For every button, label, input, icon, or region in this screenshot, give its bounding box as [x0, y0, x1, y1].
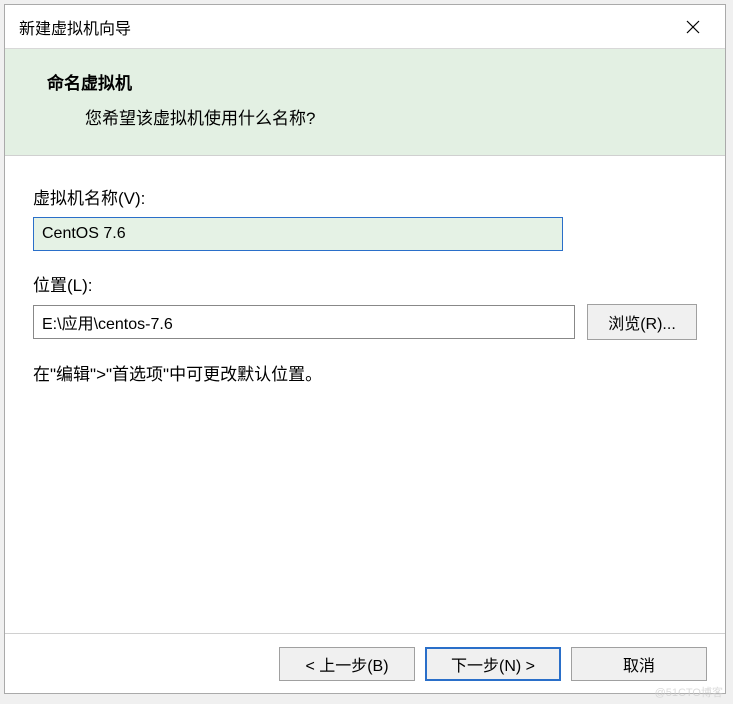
- vm-name-label: 虚拟机名称(V):: [33, 184, 697, 209]
- location-input[interactable]: [33, 305, 575, 339]
- wizard-content: 虚拟机名称(V): 位置(L): 浏览(R)... 在"编辑">"首选项"中可更…: [5, 156, 725, 633]
- close-icon: [685, 19, 701, 35]
- location-label: 位置(L):: [33, 271, 697, 296]
- back-button[interactable]: < 上一步(B): [279, 647, 415, 681]
- vm-name-input[interactable]: [33, 217, 563, 251]
- browse-button[interactable]: 浏览(R)...: [587, 304, 697, 340]
- location-row: 浏览(R)...: [33, 304, 697, 340]
- wizard-dialog: 新建虚拟机向导 命名虚拟机 您希望该虚拟机使用什么名称? 虚拟机名称(V): 位…: [4, 4, 726, 694]
- wizard-footer: < 上一步(B) 下一步(N) > 取消: [5, 633, 725, 693]
- cancel-button[interactable]: 取消: [571, 647, 707, 681]
- window-title: 新建虚拟机向导: [19, 15, 131, 39]
- vm-name-group: 虚拟机名称(V):: [33, 184, 697, 251]
- wizard-header: 命名虚拟机 您希望该虚拟机使用什么名称?: [5, 49, 725, 156]
- location-group: 位置(L): 浏览(R)...: [33, 271, 697, 340]
- next-button[interactable]: 下一步(N) >: [425, 647, 561, 681]
- wizard-step-title: 命名虚拟机: [47, 69, 695, 94]
- titlebar: 新建虚拟机向导: [5, 5, 725, 49]
- watermark: @51CTO博客: [655, 684, 723, 700]
- close-button[interactable]: [673, 12, 713, 42]
- wizard-step-subtitle: 您希望该虚拟机使用什么名称?: [85, 104, 695, 129]
- location-hint: 在"编辑">"首选项"中可更改默认位置。: [33, 360, 697, 385]
